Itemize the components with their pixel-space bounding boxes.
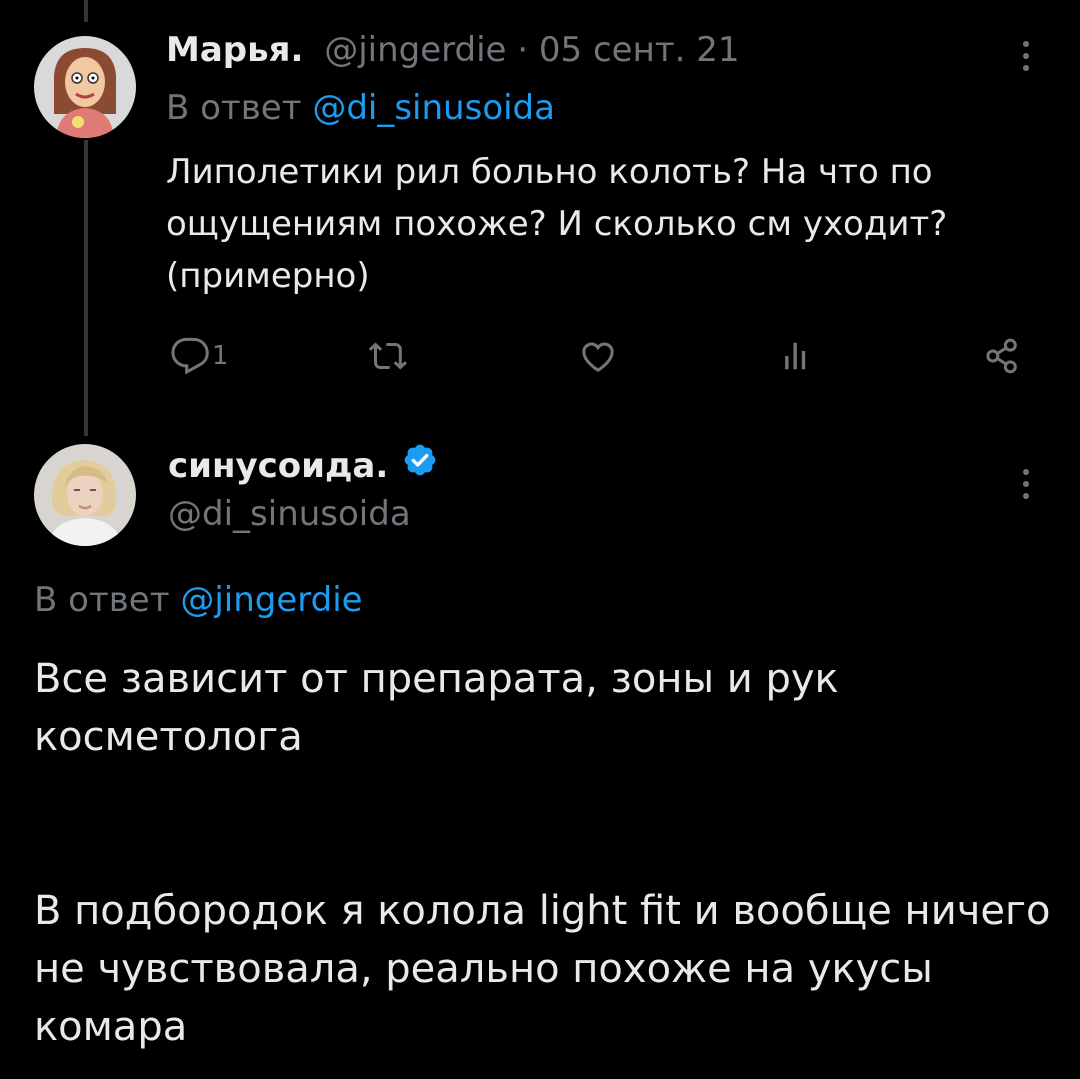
reply-header: Марья. @jingerdie · 05 сент. 21 <box>166 28 1010 72</box>
main-tweet-text: Все зависит от препарата, зоны и рук кос… <box>34 656 1051 1050</box>
thread-line-top <box>84 0 88 22</box>
main-author-handle[interactable]: @di_sinusoida <box>168 492 411 536</box>
avatar-reply-author[interactable] <box>34 36 136 138</box>
reply-author-name[interactable]: Марья. <box>166 30 303 70</box>
share-action-button[interactable] <box>982 336 1022 376</box>
bar-chart-icon <box>785 342 806 370</box>
main-reply-to-line: В ответ @jingerdie <box>34 578 363 622</box>
reply-count: 1 <box>212 341 229 371</box>
more-options-icon[interactable] <box>1016 466 1036 506</box>
main-reply-to-handle-link[interactable]: @jingerdie <box>180 580 362 620</box>
main-reply-to-label: В ответ <box>34 580 181 620</box>
reply-to-label: В ответ <box>166 88 313 128</box>
speech-bubble-icon <box>171 337 209 375</box>
reply-to-handle-link[interactable]: @di_sinusoida <box>312 88 555 128</box>
like-action-button[interactable] <box>578 336 618 376</box>
views-action-button[interactable] <box>776 336 816 376</box>
header-separator: · <box>506 30 539 70</box>
main-author-name-row: синусоида. <box>168 442 438 489</box>
reply-action-button[interactable]: 1 <box>170 336 229 376</box>
retweet-action-button[interactable] <box>368 336 408 376</box>
reply-date[interactable]: 05 сент. 21 <box>539 30 740 70</box>
main-author-name[interactable]: синусоида. <box>168 444 388 488</box>
thread-line <box>84 140 88 436</box>
avatar-main-author[interactable] <box>34 444 136 546</box>
more-options-icon[interactable] <box>1016 38 1036 78</box>
heart-icon <box>582 342 614 372</box>
retweet-icon <box>368 342 407 370</box>
verified-badge-icon <box>402 442 438 489</box>
reply-author-handle[interactable]: @jingerdie <box>324 30 506 70</box>
reply-to-line: В ответ @di_sinusoida <box>166 86 555 130</box>
action-bar: 1 <box>0 336 1080 376</box>
reply-text: Липолетики рил больно колоть? На что по … <box>166 152 948 296</box>
share-icon <box>986 338 1017 374</box>
